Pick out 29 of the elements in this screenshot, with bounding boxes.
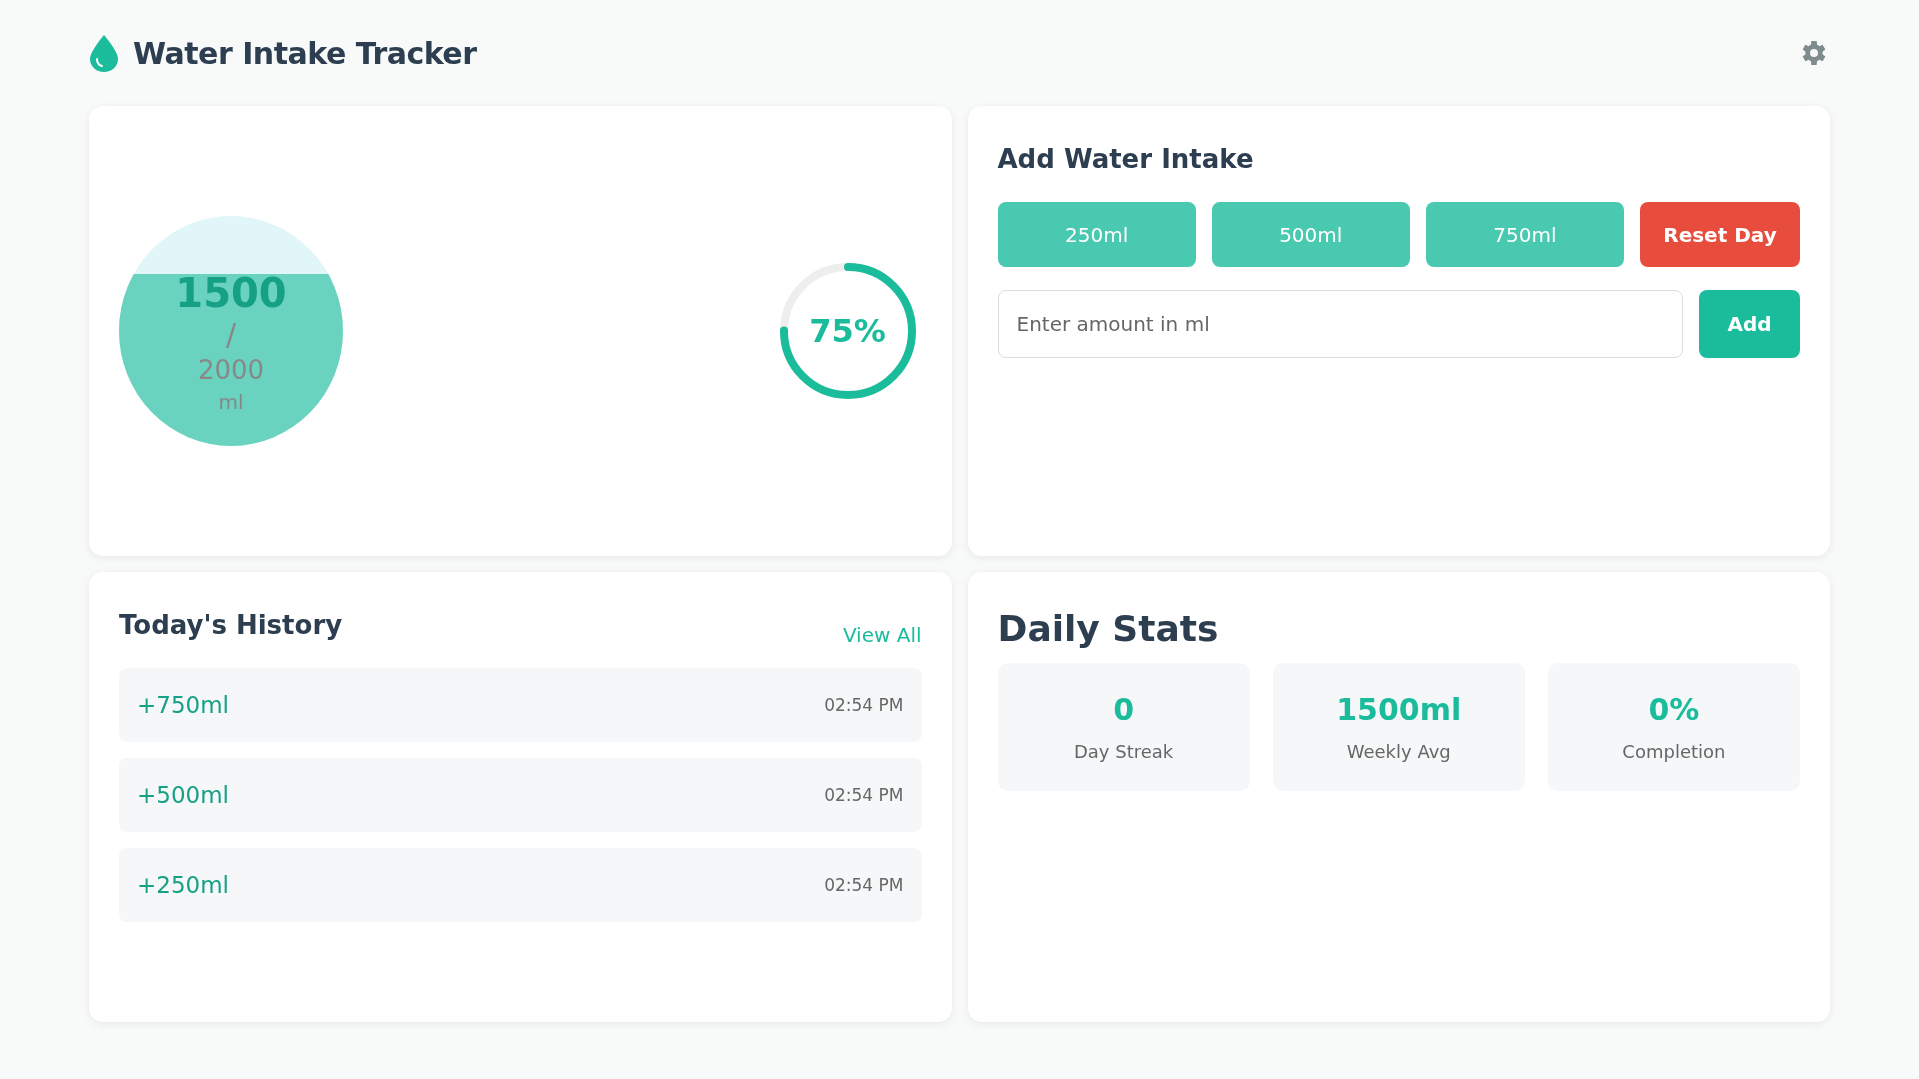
intake-time: 02:54 PM	[824, 875, 904, 895]
percent-label: 75%	[809, 312, 886, 350]
intake-time: 02:54 PM	[824, 695, 904, 715]
intake-time: 02:54 PM	[824, 785, 904, 805]
stat-value: 0	[1113, 692, 1134, 727]
app-title: Water Intake Tracker	[133, 35, 477, 71]
stat-label: Completion	[1622, 741, 1726, 762]
stat-value: 0%	[1648, 692, 1700, 727]
stat-label: Day Streak	[1073, 741, 1174, 762]
goal-amount: 2000	[197, 353, 265, 387]
stat-label: Weekly Avg	[1346, 741, 1451, 762]
intake-amount: +500ml	[137, 782, 229, 808]
amount-input-field[interactable]: Enter amount in ml	[997, 290, 1683, 358]
quick-add-button[interactable]: 750ml	[1425, 202, 1624, 267]
consumed-amount: 1500	[175, 270, 287, 315]
view-all-link[interactable]: View All	[842, 623, 922, 647]
intake-amount: +750ml	[137, 692, 229, 718]
water-drop-icon	[89, 34, 119, 72]
separator: /	[225, 315, 237, 354]
add-button[interactable]: Add	[1699, 290, 1800, 358]
section-title: Daily Stats	[997, 608, 1220, 649]
intake-amount: +250ml	[137, 872, 229, 898]
section-title: Today's History	[119, 610, 343, 640]
quick-add-button[interactable]: 500ml	[1211, 202, 1410, 267]
quick-add-button[interactable]: 250ml	[997, 202, 1196, 267]
reset-button[interactable]: Reset Day	[1640, 202, 1800, 267]
stat-value: 1500ml	[1336, 692, 1462, 727]
section-title: Add Water Intake	[997, 144, 1255, 174]
unit-label: ml	[218, 389, 244, 417]
